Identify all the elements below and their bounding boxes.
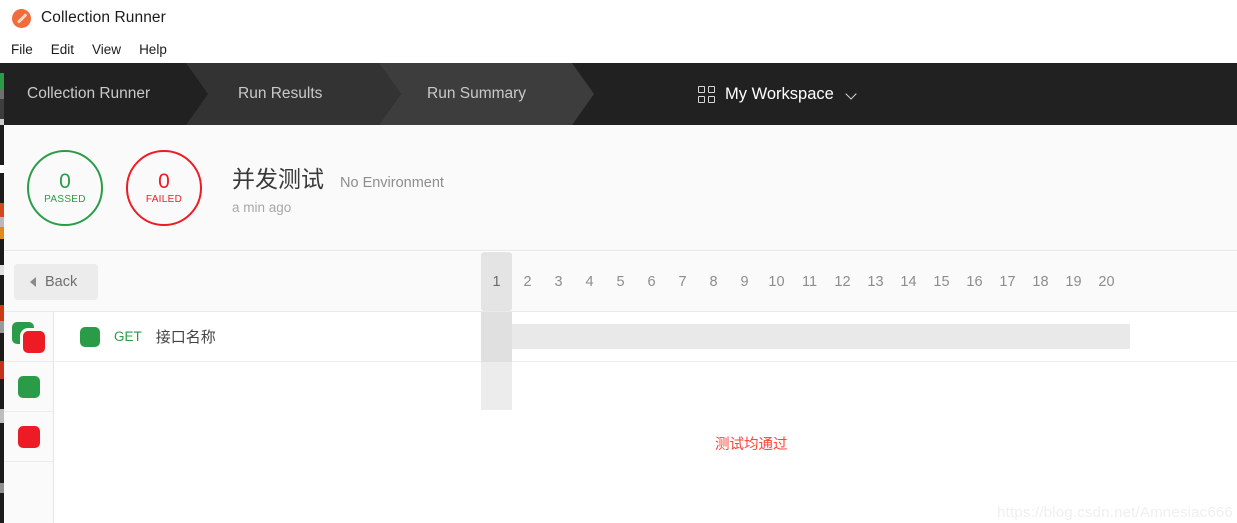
passed-count: 0: [59, 170, 71, 193]
filter-all-button[interactable]: [4, 312, 53, 362]
title-bar: Collection Runner: [0, 0, 1237, 36]
breadcrumb-collection-runner-label: Collection Runner: [27, 85, 151, 102]
failed-count: 0: [158, 170, 170, 193]
iteration-tab-11[interactable]: 11: [793, 252, 826, 311]
iteration-tab-12[interactable]: 12: [826, 252, 859, 311]
iteration-tab-8[interactable]: 8: [698, 252, 729, 311]
iteration-tab-18[interactable]: 18: [1024, 252, 1057, 311]
iteration-tab-10[interactable]: 10: [760, 252, 793, 311]
back-button-label: Back: [45, 274, 78, 290]
run-summary-bar: 0 PASSED 0 FAILED 并发测试 No Environment a …: [0, 125, 1237, 251]
chevron-down-icon: [846, 89, 857, 100]
workspace-selector[interactable]: My Workspace: [698, 63, 857, 125]
breadcrumb-collection-runner[interactable]: Collection Runner: [0, 63, 208, 125]
failed-stat-badge: 0 FAILED: [126, 149, 202, 226]
result-placeholder-bar: [481, 324, 1130, 349]
iteration-tab-14[interactable]: 14: [892, 252, 925, 311]
breadcrumb-run-summary[interactable]: Run Summary: [379, 63, 594, 125]
results-body-area: [55, 363, 1237, 523]
navigation-bar: Collection Runner Run Results Run Summar…: [0, 63, 1237, 125]
menu-item-help[interactable]: Help: [139, 40, 176, 59]
passed-stat-badge: 0 PASSED: [27, 149, 103, 226]
run-meta: 并发测试 No Environment a min ago: [232, 160, 444, 215]
breadcrumb-run-results-label: Run Results: [238, 85, 323, 102]
postman-logo-icon: [12, 8, 31, 28]
filter-passed-button[interactable]: [4, 362, 53, 412]
filter-failed-button[interactable]: [4, 412, 53, 462]
run-collection-name: 并发测试: [232, 166, 324, 192]
watermark-text: https://blog.csdn.net/Amnesiac666: [997, 504, 1233, 521]
iteration-tab-4[interactable]: 4: [574, 252, 605, 311]
green-square-icon: [80, 326, 100, 347]
back-button[interactable]: Back: [14, 264, 98, 300]
background-window-sliver: [0, 63, 4, 523]
triangle-left-icon: [30, 277, 36, 287]
request-method: GET: [114, 329, 142, 344]
iteration-tabs: 1 2 3 4 5 6 7 8 9 10 11 12 13 14 15 16 17 18 19 20: [481, 252, 1123, 311]
iteration-tab-3[interactable]: 3: [543, 252, 574, 311]
window-title: Collection Runner: [41, 9, 166, 26]
run-environment: No Environment: [340, 175, 444, 191]
collection-runner-window: Collection Runner File Edit View Help Co…: [0, 0, 1237, 523]
run-meta-top: 并发测试 No Environment: [232, 160, 444, 194]
request-name: 接口名称: [155, 329, 216, 346]
green-red-squares-icon: [11, 321, 46, 353]
iteration-tab-5[interactable]: 5: [605, 252, 636, 311]
iteration-tab-16[interactable]: 16: [958, 252, 991, 311]
menu-item-view[interactable]: View: [92, 40, 130, 59]
failed-label: FAILED: [145, 194, 183, 205]
iteration-tab-7[interactable]: 7: [667, 252, 698, 311]
green-square-icon: [17, 375, 40, 398]
iteration-tab-2[interactable]: 2: [512, 252, 543, 311]
menu-bar: File Edit View Help: [0, 36, 1237, 63]
iteration-tab-15[interactable]: 15: [925, 252, 958, 311]
red-square-icon: [17, 425, 40, 448]
breadcrumb-run-results[interactable]: Run Results: [186, 63, 401, 125]
iteration-tab-20[interactable]: 20: [1090, 252, 1123, 311]
grid-squares-icon: [698, 85, 715, 103]
iteration-tab-1[interactable]: 1: [481, 252, 512, 311]
iteration-tab-17[interactable]: 17: [991, 252, 1024, 311]
selected-iteration-column-tail: [481, 362, 512, 410]
iteration-tab-9[interactable]: 9: [729, 252, 760, 311]
result-filter-gutter: [4, 312, 54, 523]
results-toolbar: Back 1 2 3 4 5 6 7 8 9 10 11 12 13 14 15 16 17 18 19 20: [0, 252, 1237, 312]
workspace-label: My Workspace: [725, 84, 834, 103]
passed-label: PASSED: [44, 194, 86, 205]
menu-item-file[interactable]: File: [11, 40, 42, 59]
breadcrumb-run-summary-label: Run Summary: [427, 85, 527, 102]
annotation-note: 测试均通过: [715, 437, 788, 453]
iteration-tab-13[interactable]: 13: [859, 252, 892, 311]
run-timestamp: a min ago: [232, 200, 292, 215]
selected-iteration-column-highlight: [481, 312, 512, 362]
iteration-tab-6[interactable]: 6: [636, 252, 667, 311]
menu-item-edit[interactable]: Edit: [51, 40, 83, 59]
iteration-tab-19[interactable]: 19: [1057, 252, 1090, 311]
